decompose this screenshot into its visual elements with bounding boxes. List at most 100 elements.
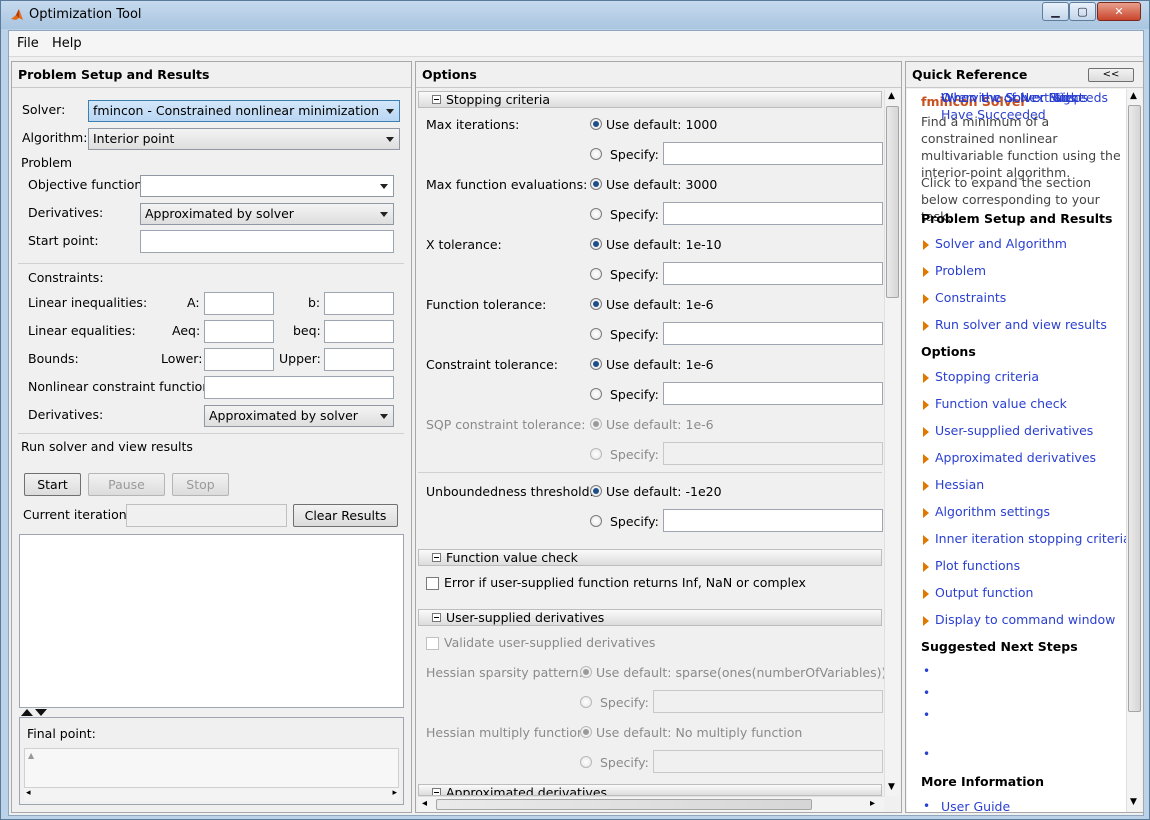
menu-help[interactable]: Help xyxy=(52,36,82,51)
derivatives-dropdown[interactable]: Approximated by solver xyxy=(140,203,394,225)
hessian-multiply-input[interactable] xyxy=(653,750,883,773)
minimize-button[interactable]: ▁ xyxy=(1042,2,1069,21)
start-point-input[interactable] xyxy=(140,230,394,253)
error-inf-nan-checkbox[interactable] xyxy=(426,577,439,590)
problem-setup-link[interactable]: Run solver and view results xyxy=(935,317,1107,332)
scroll-up-icon[interactable]: ▲ xyxy=(1130,91,1137,101)
specify-input[interactable] xyxy=(663,262,883,285)
quickref-vscroll-thumb[interactable] xyxy=(1128,105,1141,712)
approximated-derivatives-section[interactable]: Approximated derivatives xyxy=(418,784,882,796)
options-link[interactable]: User-supplied derivatives xyxy=(935,423,1093,438)
use-default-radio[interactable] xyxy=(590,238,602,250)
scroll-down-icon[interactable]: ▼ xyxy=(1130,797,1137,807)
scroll-up-icon[interactable]: ▲ xyxy=(888,91,895,101)
b-vector-input[interactable] xyxy=(324,292,394,315)
specify-radio[interactable] xyxy=(590,328,602,340)
expand-arrow-icon[interactable] xyxy=(923,616,929,626)
beq-input[interactable] xyxy=(324,320,394,343)
algorithm-dropdown[interactable]: Interior point xyxy=(88,128,400,150)
pause-button[interactable]: Pause xyxy=(88,473,165,496)
specify-radio[interactable] xyxy=(590,448,602,460)
expand-arrow-icon[interactable] xyxy=(923,562,929,572)
clear-results-button[interactable]: Clear Results xyxy=(293,504,398,527)
validate-derivatives-checkbox[interactable] xyxy=(426,637,439,650)
use-default-radio[interactable] xyxy=(590,118,602,130)
problem-setup-link[interactable]: Solver and Algorithm xyxy=(935,236,1067,251)
expand-arrow-icon[interactable] xyxy=(923,427,929,437)
scroll-left-icon[interactable]: ◂ xyxy=(422,798,427,809)
options-link[interactable]: Approximated derivatives xyxy=(935,450,1096,465)
splitter-arrows-icon[interactable] xyxy=(21,708,49,717)
objective-function-combo[interactable] xyxy=(140,175,394,197)
close-button[interactable]: ✕ xyxy=(1097,2,1141,21)
collapse-quickref-button[interactable]: << xyxy=(1088,68,1134,82)
scroll-left-icon[interactable]: ◂ xyxy=(26,788,31,798)
expand-arrow-icon[interactable] xyxy=(923,321,929,331)
user-supplied-derivatives-section[interactable]: User-supplied derivatives xyxy=(418,609,882,626)
use-default-radio[interactable] xyxy=(590,178,602,190)
specify-input[interactable] xyxy=(663,442,883,465)
a-matrix-input[interactable] xyxy=(204,292,274,315)
expand-arrow-icon[interactable] xyxy=(923,373,929,383)
options-hscroll-thumb[interactable] xyxy=(436,799,812,810)
maximize-button[interactable]: ▢ xyxy=(1069,2,1096,21)
scroll-right-icon[interactable]: ▸ xyxy=(870,798,875,809)
problem-setup-link[interactable]: Problem xyxy=(935,263,986,278)
menu-file[interactable]: File xyxy=(17,36,39,51)
aeq-input[interactable] xyxy=(204,320,274,343)
scroll-down-icon[interactable]: ▼ xyxy=(888,782,895,792)
specify-input[interactable] xyxy=(663,382,883,405)
lower-bound-input[interactable] xyxy=(204,348,274,371)
use-default-radio[interactable] xyxy=(590,485,602,497)
stopping-criteria-section[interactable]: Stopping criteria xyxy=(418,91,882,108)
expand-arrow-icon[interactable] xyxy=(923,508,929,518)
use-default-radio[interactable] xyxy=(590,298,602,310)
expand-arrow-icon[interactable] xyxy=(923,267,929,277)
expand-arrow-icon[interactable] xyxy=(923,535,929,545)
specify-input[interactable] xyxy=(663,509,883,532)
start-button[interactable]: Start xyxy=(24,473,81,496)
solver-dropdown[interactable]: fmincon - Constrained nonlinear minimiza… xyxy=(88,100,400,122)
hessian-sparsity-specify-radio[interactable] xyxy=(580,696,592,708)
problem-setup-link[interactable]: Constraints xyxy=(935,290,1006,305)
hessian-sparsity-input[interactable] xyxy=(653,690,883,713)
expand-arrow-icon[interactable] xyxy=(923,589,929,599)
next-steps-link[interactable]: When the Solver Succeeds xyxy=(941,89,1116,106)
expand-arrow-icon[interactable] xyxy=(923,454,929,464)
results-output-area[interactable] xyxy=(19,534,404,708)
upper-bound-input[interactable] xyxy=(324,348,394,371)
hessian-multiply-default-radio[interactable] xyxy=(580,726,592,738)
more-info-link[interactable]: User Guide xyxy=(941,799,1010,812)
options-link[interactable]: Algorithm settings xyxy=(935,504,1050,519)
hessian-sparsity-default-radio[interactable] xyxy=(580,666,592,678)
options-link[interactable]: Stopping criteria xyxy=(935,369,1039,384)
function-value-check-section[interactable]: Function value check xyxy=(418,549,882,566)
specify-radio[interactable] xyxy=(590,515,602,527)
expand-arrow-icon[interactable] xyxy=(923,240,929,250)
options-vscroll-thumb[interactable] xyxy=(886,106,899,298)
expand-arrow-icon[interactable] xyxy=(923,294,929,304)
options-link[interactable]: Plot functions xyxy=(935,558,1020,573)
specify-radio[interactable] xyxy=(590,148,602,160)
specify-radio[interactable] xyxy=(590,388,602,400)
options-link[interactable]: Inner iteration stopping criteria xyxy=(935,531,1131,546)
specify-input[interactable] xyxy=(663,202,883,225)
stop-button[interactable]: Stop xyxy=(172,473,229,496)
scroll-right-icon[interactable]: ▸ xyxy=(392,788,397,798)
expand-arrow-icon[interactable] xyxy=(923,400,929,410)
final-point-hscrollbar[interactable]: ◂ ▸ xyxy=(24,788,399,802)
options-link[interactable]: Output function xyxy=(935,585,1033,600)
use-default-radio[interactable] xyxy=(590,358,602,370)
nonlinear-constraint-input[interactable] xyxy=(204,376,394,399)
use-default-radio[interactable] xyxy=(590,418,602,430)
specify-input[interactable] xyxy=(663,142,883,165)
nonlinear-derivatives-dropdown[interactable]: Approximated by solver xyxy=(204,405,394,427)
expand-arrow-icon[interactable] xyxy=(923,481,929,491)
options-link[interactable]: Hessian xyxy=(935,477,984,492)
specify-radio[interactable] xyxy=(590,268,602,280)
specify-radio[interactable] xyxy=(590,208,602,220)
hessian-multiply-specify-radio[interactable] xyxy=(580,756,592,768)
specify-input[interactable] xyxy=(663,322,883,345)
options-link[interactable]: Function value check xyxy=(935,396,1067,411)
options-hscrollbar[interactable]: ◂ ▸ xyxy=(418,796,884,812)
